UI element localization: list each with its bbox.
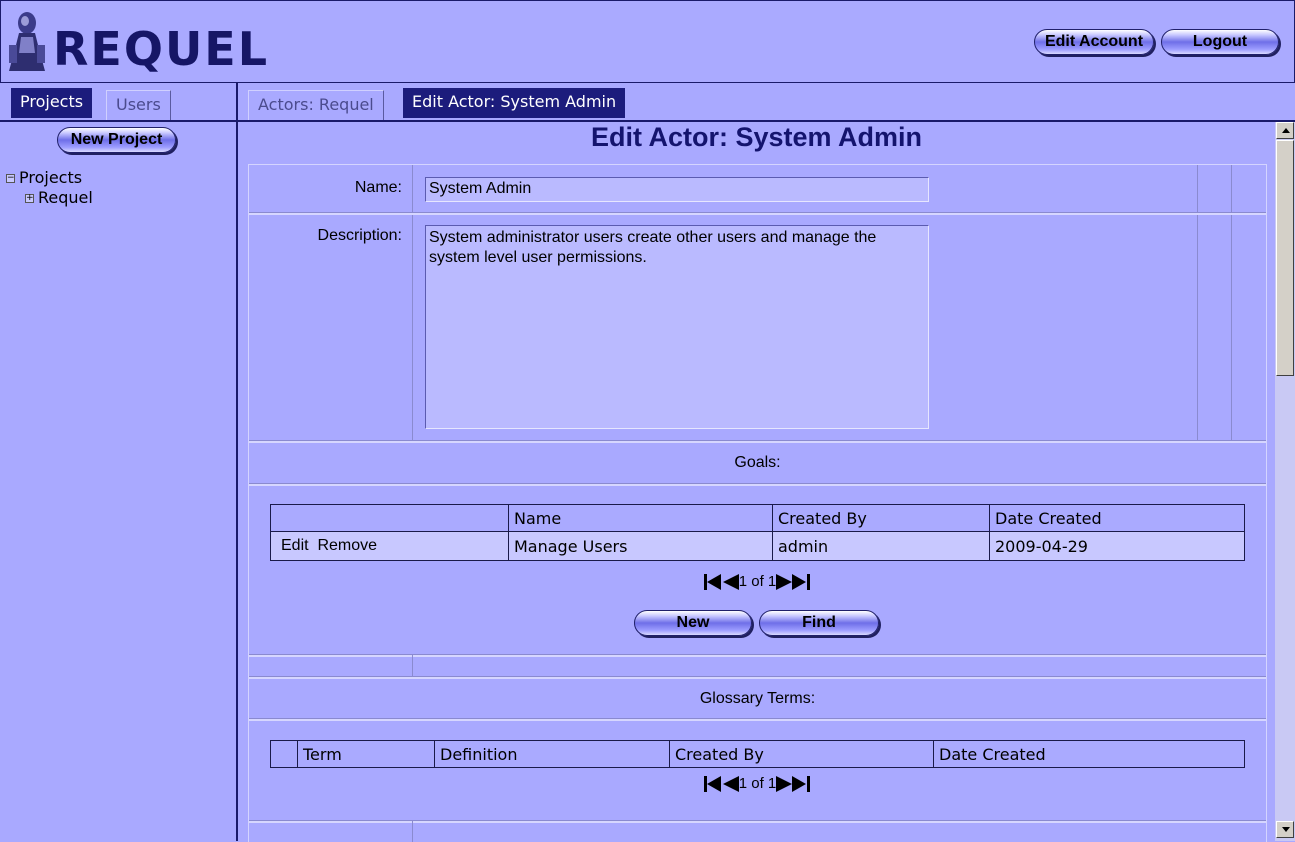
- table-header-row: Name Created By Date Created: [270, 504, 1245, 532]
- edit-account-button[interactable]: Edit Account: [1034, 29, 1154, 55]
- scroll-up-button[interactable]: [1276, 122, 1294, 139]
- goal-name: Manage Users: [508, 531, 773, 561]
- goals-table: Name Created By Date Created Edit Remove…: [270, 504, 1245, 561]
- row-divider: [249, 718, 1266, 721]
- table-header-row: Term Definition Created By Date Created: [270, 740, 1245, 768]
- column-header-date-created: Date Created: [989, 504, 1245, 532]
- description-textarea[interactable]: System administrator users create other …: [425, 225, 929, 429]
- column-divider: [412, 655, 413, 677]
- new-project-button[interactable]: New Project: [57, 127, 176, 153]
- first-page-icon[interactable]: [703, 776, 723, 793]
- name-label: Name:: [354, 179, 402, 196]
- first-page-icon[interactable]: [703, 574, 723, 591]
- tree-node-requel[interactable]: + Requel: [6, 188, 93, 208]
- sidebar-tab-bar: Projects Users: [0, 82, 236, 122]
- column-header-term: Term: [297, 740, 435, 768]
- next-page-icon[interactable]: [776, 776, 793, 793]
- column-header-created-by: Created By: [669, 740, 934, 768]
- goal-created-by: admin: [772, 531, 990, 561]
- tree-node-projects[interactable]: − Projects: [6, 168, 93, 188]
- logout-button[interactable]: Logout: [1161, 29, 1279, 55]
- edit-actor-form: Name: System Admin Description: System a…: [248, 164, 1267, 842]
- vertical-scrollbar[interactable]: [1275, 122, 1295, 841]
- column-header-actions: [270, 740, 298, 768]
- goal-date-created: 2009-04-29: [989, 531, 1245, 561]
- goals-pager: 1 of 1: [249, 571, 1266, 593]
- row-actions: Edit Remove: [270, 531, 509, 561]
- content-tab-bar: Actors: Requel Edit Actor: System Admin: [238, 82, 1295, 122]
- project-tree: − Projects + Requel: [6, 168, 93, 208]
- column-divider: [1231, 165, 1232, 441]
- tree-node-label[interactable]: Projects: [19, 168, 82, 187]
- arrow-up-icon: [1282, 128, 1290, 133]
- row-divider: [249, 654, 1266, 657]
- remove-link[interactable]: Remove: [317, 537, 377, 554]
- collapse-icon[interactable]: −: [6, 174, 15, 183]
- logo-wordmark: REQUEL: [53, 22, 269, 75]
- tab-users[interactable]: Users: [106, 90, 171, 120]
- edit-link[interactable]: Edit: [281, 537, 309, 554]
- row-divider: [249, 212, 1266, 215]
- robot-icon: [9, 12, 45, 71]
- column-divider: [412, 821, 413, 842]
- next-page-icon[interactable]: [776, 574, 793, 591]
- last-page-icon[interactable]: [792, 776, 811, 793]
- find-goal-button[interactable]: Find: [759, 610, 879, 636]
- column-divider: [1197, 165, 1198, 441]
- page-indicator: 1 of 1: [738, 775, 777, 792]
- requel-logo: REQUEL: [9, 12, 269, 75]
- last-page-icon[interactable]: [792, 574, 811, 591]
- scrollbar-thumb[interactable]: [1276, 140, 1294, 376]
- new-goal-button[interactable]: New: [634, 610, 752, 636]
- previous-page-icon[interactable]: [722, 776, 739, 793]
- scroll-down-button[interactable]: [1276, 821, 1294, 838]
- description-label: Description:: [317, 227, 402, 244]
- tab-projects[interactable]: Projects: [11, 88, 93, 118]
- column-header-created-by: Created By: [772, 504, 990, 532]
- arrow-down-icon: [1282, 827, 1290, 832]
- column-header-definition: Definition: [434, 740, 670, 768]
- name-field[interactable]: System Admin: [425, 177, 929, 202]
- row-divider: [249, 440, 1266, 443]
- tab-edit-actor[interactable]: Edit Actor: System Admin: [403, 88, 626, 118]
- glossary-pager: 1 of 1: [249, 773, 1266, 795]
- column-divider: [412, 165, 413, 441]
- tree-node-label[interactable]: Requel: [38, 188, 93, 207]
- column-header-actions: [270, 504, 509, 532]
- row-divider: [249, 820, 1266, 823]
- column-header-date-created: Date Created: [933, 740, 1245, 768]
- glossary-table: Term Definition Created By Date Created: [270, 740, 1245, 768]
- table-row: Edit Remove Manage Users admin 2009-04-2…: [270, 531, 1245, 561]
- tab-actors-requel[interactable]: Actors: Requel: [248, 90, 384, 120]
- row-divider: [249, 676, 1266, 679]
- sidebar: Projects Users New Project − Projects + Re…: [0, 82, 238, 841]
- expand-icon[interactable]: +: [25, 194, 34, 203]
- page-indicator: 1 of 1: [738, 573, 777, 590]
- previous-page-icon[interactable]: [722, 574, 739, 591]
- app-header: REQUEL Edit Account Logout: [0, 0, 1295, 83]
- page-title: Edit Actor: System Admin: [590, 122, 923, 152]
- column-header-name: Name: [508, 504, 773, 532]
- goals-label: Goals:: [734, 454, 781, 471]
- glossary-terms-label: Glossary Terms:: [699, 690, 816, 707]
- row-divider: [249, 483, 1266, 486]
